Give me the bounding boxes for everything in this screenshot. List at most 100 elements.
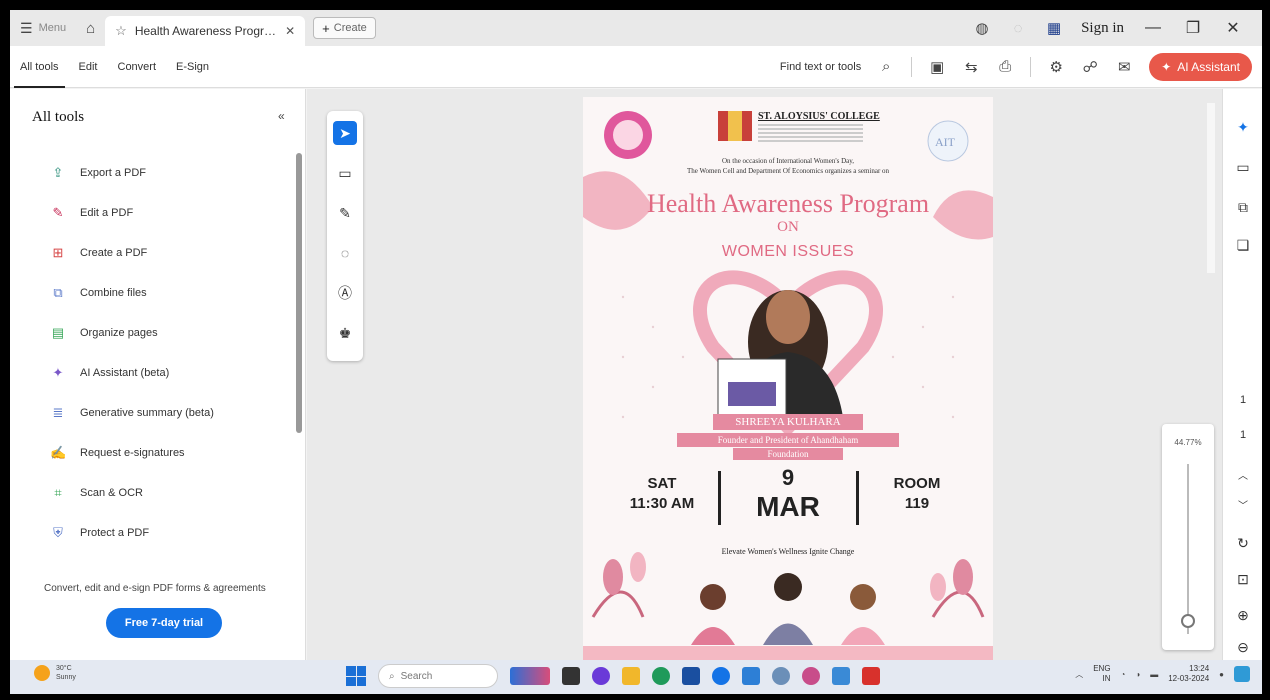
apps-grid-icon[interactable]: ▦ (1045, 19, 1063, 37)
edge-icon[interactable] (712, 667, 730, 685)
tool-item-ai-assistant-beta[interactable]: ✦ AI Assistant (beta) (50, 365, 170, 381)
zoom-in-icon[interactable]: ⊕ (1223, 607, 1262, 624)
select-cursor-icon[interactable]: ➤ (333, 121, 357, 145)
woman-figure-3-head (850, 584, 876, 610)
woman-figure-1-body (691, 627, 735, 645)
taskbar-search[interactable]: ⌕ Search (378, 664, 498, 688)
link-icon[interactable]: ☍ (1081, 58, 1099, 76)
tool-item-create-a-pdf[interactable]: ⊞ Create a PDF (50, 245, 148, 261)
refresh-icon[interactable]: ↻ (1223, 535, 1262, 552)
text-box-icon[interactable]: Ⓐ (333, 281, 357, 305)
ai-chat-icon[interactable]: ✦ (1223, 119, 1262, 136)
whatsapp-icon[interactable] (772, 667, 790, 685)
page-down-icon[interactable]: ﹀ (1223, 497, 1262, 512)
minimize-icon[interactable]: — (1142, 19, 1164, 37)
language-indicator[interactable]: ENG IN (1093, 664, 1110, 684)
tool-item-combine-files[interactable]: ⧉ Combine files (50, 285, 146, 301)
weather-widget[interactable]: 30°C Sunny (34, 664, 76, 682)
file-explorer-icon[interactable] (622, 667, 640, 685)
task-view-icon[interactable] (562, 667, 580, 685)
stamp-icon[interactable]: ♚ (333, 321, 357, 345)
close-tab-icon[interactable]: ✕ (285, 24, 295, 38)
chrome-icon[interactable] (652, 667, 670, 685)
tool-item-export-a-pdf[interactable]: ⇪ Export a PDF (50, 165, 146, 181)
fit-page-icon[interactable]: ⊡ (1223, 571, 1262, 588)
photos-icon[interactable] (802, 667, 820, 685)
home-icon: ⌂ (86, 19, 96, 37)
weather-temp: 30°C (56, 665, 72, 672)
create-tab-button[interactable]: + Create (313, 17, 376, 39)
store-icon[interactable] (682, 667, 700, 685)
close-window-icon[interactable]: ✕ (1222, 18, 1244, 38)
copilot-icon[interactable] (592, 667, 610, 685)
tab-edit[interactable]: Edit (69, 46, 108, 88)
create-label: Create (333, 22, 367, 34)
tool-item-protect-a-pdf[interactable]: ⛨ Protect a PDF (50, 525, 149, 541)
tab-all-tools[interactable]: All tools (10, 46, 69, 88)
find-text-label[interactable]: Find text or tools (780, 61, 861, 73)
plus-icon: + (322, 20, 330, 36)
accessibility-icon[interactable]: ◍ (973, 19, 991, 37)
settings-icon[interactable]: ⚙ (1047, 58, 1065, 76)
mail-icon[interactable] (742, 667, 760, 685)
woman-figure-3-body (841, 627, 885, 645)
tool-item-scan-ocr[interactable]: ⌗ Scan & OCR (50, 485, 143, 501)
print-icon[interactable]: ⎙ (996, 58, 1014, 75)
email-icon[interactable]: ✉ (1115, 58, 1133, 76)
bookmark-icon[interactable]: ⧉ (1223, 199, 1262, 216)
tab-e-sign[interactable]: E-Sign (166, 46, 219, 88)
outlook-icon[interactable] (832, 667, 850, 685)
weather-tray-icon[interactable] (1234, 666, 1250, 682)
zoom-out-icon[interactable]: ⊖ (1223, 639, 1262, 656)
maximize-icon[interactable]: ❐ (1182, 18, 1204, 38)
tool-item-label: Edit a PDF (80, 207, 134, 219)
document-canvas: ➤ ▭ ✎ ◌ Ⓐ ♚ AIT ST. ALOYSIUS' COLLEGE On… (307, 89, 1222, 660)
comments-icon[interactable]: ▭ (1223, 159, 1262, 176)
leaf-right-2 (930, 573, 946, 601)
event-room-label: ROOM (893, 475, 941, 492)
zoom-percent[interactable]: 44.77% (1162, 438, 1214, 447)
page-indicator-icon[interactable]: 1 (1223, 394, 1262, 406)
draw-pen-icon[interactable]: ✎ (333, 201, 357, 225)
tray-chevron-icon[interactable]: ︿ (1075, 669, 1083, 680)
poster-title: Health Awareness Program (646, 189, 930, 218)
acrobat-icon[interactable] (862, 667, 880, 685)
menu-button[interactable]: ☰ Menu (10, 10, 76, 46)
canvas-scrollbar[interactable] (1207, 103, 1215, 273)
home-button[interactable]: ⌂ (76, 10, 105, 46)
search-icon[interactable]: ⌕ (877, 58, 895, 75)
tool-item-edit-a-pdf[interactable]: ✎ Edit a PDF (50, 205, 134, 221)
comment-icon[interactable]: ▭ (333, 161, 357, 185)
tool-item-label: Organize pages (80, 327, 158, 339)
tool-item-organize-pages[interactable]: ▤ Organize pages (50, 325, 158, 341)
sign-in-link[interactable]: Sign in (1081, 20, 1124, 37)
tab-document[interactable]: ☆ Health Awareness Progr… ✕ (105, 16, 306, 46)
page-up-icon[interactable]: ︿ (1223, 467, 1262, 482)
free-trial-button[interactable]: Free 7-day trial (106, 608, 222, 638)
copy-pages-icon[interactable]: ❏ (1223, 237, 1262, 254)
widgets-app-icon[interactable] (510, 667, 550, 685)
event-date: 9 (781, 465, 795, 490)
tool-item-request-e-signatures[interactable]: ✍ Request e-signatures (50, 445, 185, 461)
start-windows-icon[interactable] (346, 666, 366, 686)
battery-icon[interactable]: ▬ (1150, 670, 1158, 679)
tool-item-label: Request e-signatures (80, 447, 185, 459)
share-icon[interactable]: ⇆ (962, 58, 980, 76)
zoom-slider-handle[interactable] (1181, 614, 1195, 628)
notification-icon[interactable]: ◌ (1009, 20, 1027, 37)
request-signatures-icon: ✍ (50, 445, 67, 460)
tab-convert[interactable]: Convert (108, 46, 167, 88)
tool-item-generative-summary-beta[interactable]: ≣ Generative summary (beta) (50, 405, 214, 421)
woman-figure-2-body (763, 623, 813, 645)
volume-icon[interactable]: ◑ (1135, 670, 1140, 679)
wifi-icon[interactable]: ◔ (1121, 670, 1126, 679)
page-count-icon: 1 (1239, 429, 1247, 441)
save-icon[interactable]: ▣ (928, 58, 946, 76)
zoom-slider-track[interactable] (1187, 464, 1189, 634)
lasso-icon[interactable]: ◌ (333, 241, 357, 265)
notification-bell-icon[interactable]: ● (1219, 670, 1224, 679)
ai-assistant-button[interactable]: ✦ AI Assistant (1149, 52, 1252, 81)
panel-scrollbar[interactable] (296, 153, 302, 433)
clock[interactable]: 13:24 12-03-2024 (1168, 664, 1209, 684)
collapse-panel-icon[interactable]: « (278, 109, 285, 123)
